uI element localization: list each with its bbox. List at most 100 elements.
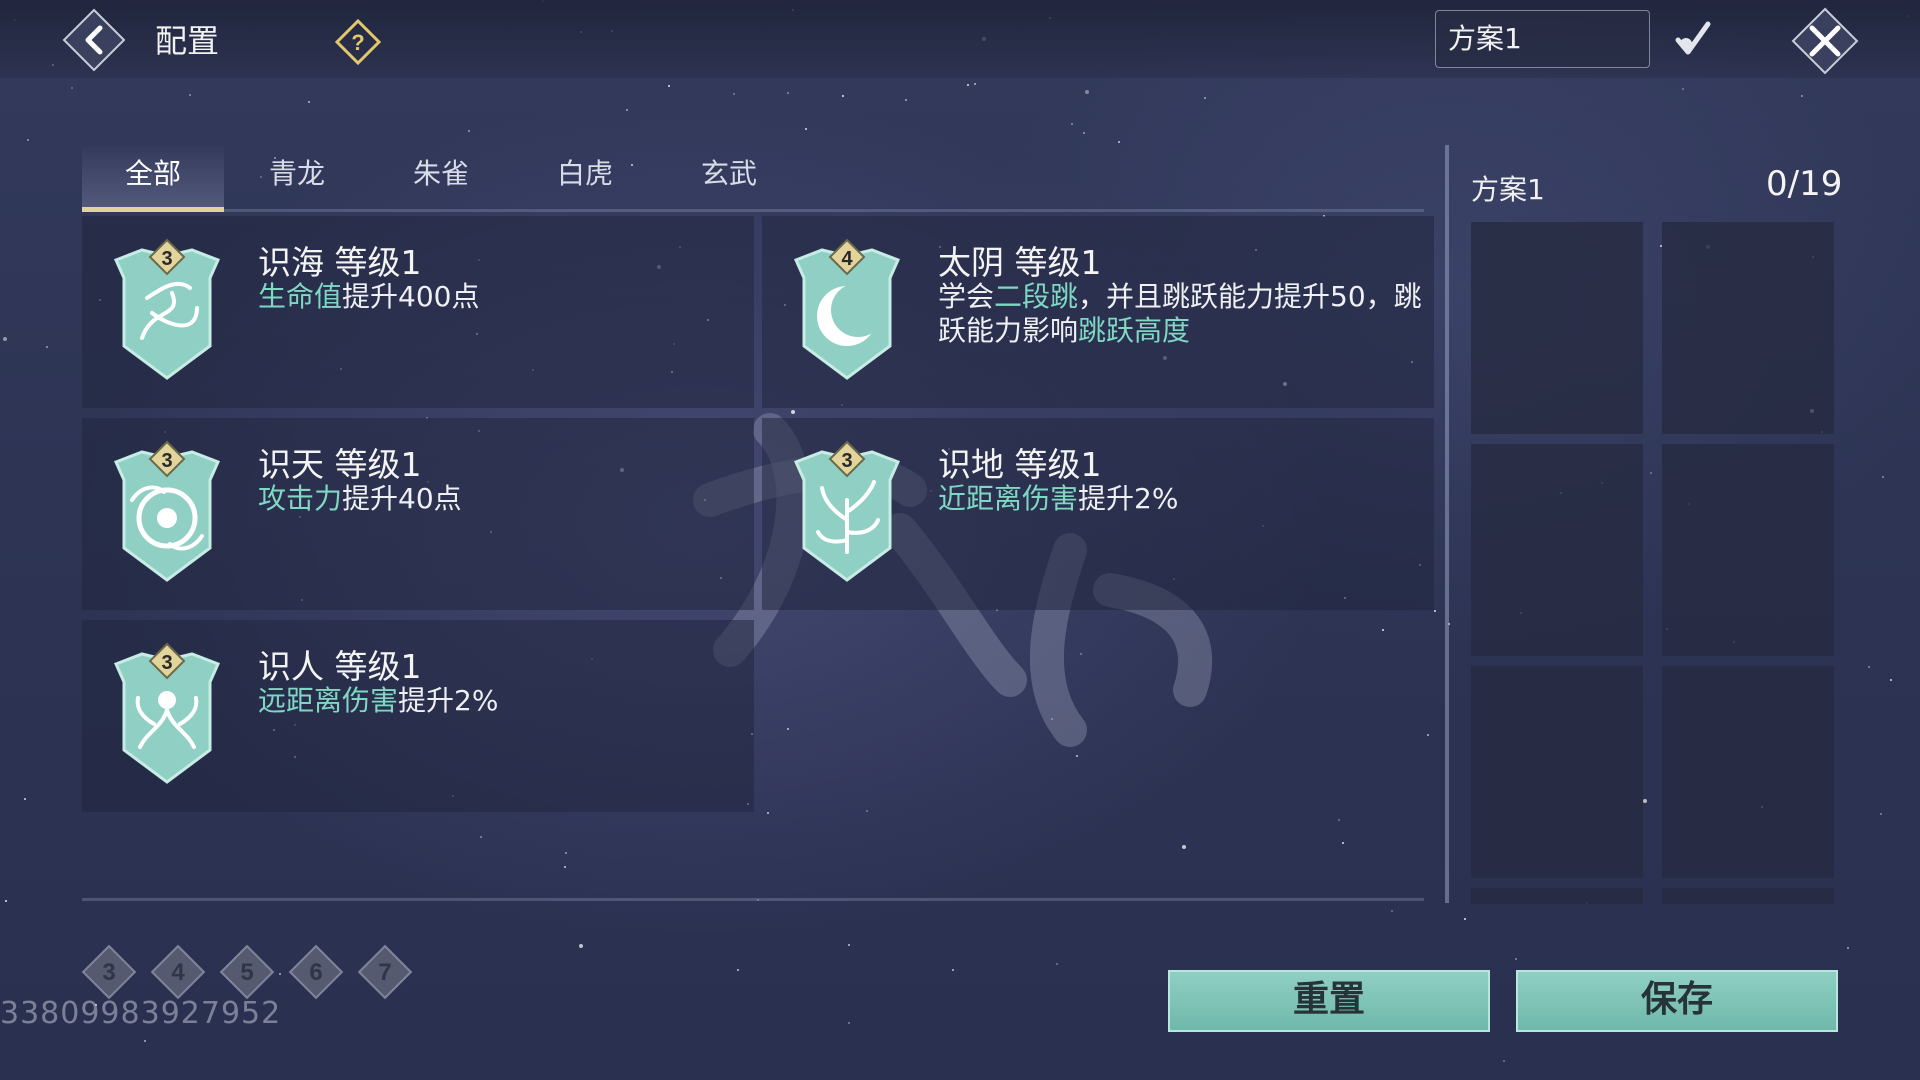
star [279, 973, 281, 975]
star [1880, 813, 1882, 815]
equip-slot[interactable] [1662, 666, 1834, 878]
panel-scheme-name: 方案1 [1471, 173, 1545, 206]
star [1342, 842, 1344, 844]
skill-level: 等级1 [1014, 243, 1102, 282]
star [1085, 90, 1089, 94]
crescent-moon-icon: 4 [793, 238, 901, 380]
level-filter-5[interactable]: 5 [218, 943, 276, 1001]
skill-name: 太阴 [938, 243, 1004, 282]
star [787, 728, 789, 730]
star [27, 139, 29, 141]
skill-name: 识人 [258, 647, 324, 686]
skill-description: 生命值提升400点 [258, 280, 748, 314]
star [480, 836, 482, 838]
star [1682, 88, 1684, 90]
star [1118, 141, 1120, 143]
star [1391, 910, 1393, 912]
skill-name: 识海 [258, 243, 324, 282]
skill-title: 识海 等级1 [258, 236, 422, 284]
skill-desc-highlight: 生命值 [258, 280, 343, 313]
star [308, 101, 310, 103]
level-filter-4[interactable]: 4 [149, 943, 207, 1001]
skill-description: 攻击力提升40点 [258, 482, 748, 516]
star [1076, 755, 1078, 757]
star [1650, 472, 1652, 474]
skill-cost-badge: 3 [161, 652, 172, 674]
star [1338, 819, 1340, 821]
skill-desc-text: 提升2% [398, 684, 499, 717]
star [1056, 963, 1058, 965]
star [791, 410, 795, 414]
equip-slot[interactable] [1471, 888, 1643, 904]
level-label: 5 [240, 959, 253, 986]
save-button[interactable]: 保存 [1516, 970, 1838, 1032]
tab-black-tortoise[interactable]: 玄武 [658, 146, 800, 212]
equip-slot[interactable] [1471, 444, 1643, 656]
svg-text:?: ? [351, 30, 364, 55]
skill-cost-badge: 4 [841, 248, 853, 270]
star [848, 1022, 850, 1024]
star [189, 94, 191, 96]
star [1204, 97, 1206, 99]
star [1382, 629, 1384, 631]
star [71, 87, 73, 89]
skill-card-shihai[interactable]: 3 识海 等级1 生命值提升400点 [82, 216, 754, 408]
equip-slot[interactable] [1662, 222, 1834, 434]
apply-checkmark-icon[interactable] [1668, 14, 1718, 64]
star [1643, 799, 1647, 803]
star [787, 92, 789, 94]
slot-count: 0/19 [1766, 164, 1843, 204]
category-tabs: 全部 青龙 朱雀 白虎 玄武 [82, 146, 1424, 212]
reset-button[interactable]: 重置 [1168, 970, 1490, 1032]
scheme-dropdown[interactable]: 方案1 [1435, 10, 1650, 68]
star [1182, 845, 1186, 849]
star [1890, 679, 1892, 681]
skill-card-shidi[interactable]: 3 识地 等级1 近距离伤害提升2% [762, 418, 1434, 610]
level-filter-3[interactable]: 3 [80, 943, 138, 1001]
skill-desc-highlight: 二段跳 [994, 280, 1079, 313]
skill-card-taiyin[interactable]: 4 太阴 等级1 学会二段跳，并且跳跃能力提升50，跳跃能力影响跳跃高度 [762, 216, 1434, 408]
tab-all[interactable]: 全部 [82, 146, 224, 212]
skill-desc-highlight: 跳跃高度 [1078, 314, 1191, 347]
star [1051, 718, 1053, 720]
star [579, 944, 583, 948]
star [1083, 132, 1085, 134]
skill-cost-badge: 3 [161, 248, 172, 270]
level-filter-7[interactable]: 7 [356, 943, 414, 1001]
equip-slot[interactable] [1662, 888, 1834, 904]
panel-divider [1445, 145, 1449, 903]
skill-title: 识天 等级1 [258, 438, 422, 486]
star [1071, 123, 1073, 125]
star [848, 944, 850, 946]
close-button[interactable] [1790, 6, 1860, 76]
skill-description: 远距离伤害提升2% [258, 684, 748, 718]
skill-title: 太阴 等级1 [938, 236, 1102, 284]
tab-azure-dragon[interactable]: 青龙 [226, 146, 368, 212]
equip-slot[interactable] [1471, 666, 1643, 878]
tab-vermilion-bird[interactable]: 朱雀 [370, 146, 512, 212]
back-button[interactable] [62, 8, 126, 72]
skill-level: 等级1 [334, 647, 422, 686]
star [46, 346, 48, 348]
star [24, 798, 26, 800]
level-label: 4 [171, 959, 185, 986]
star [1868, 666, 1870, 668]
skill-cost-badge: 3 [161, 450, 172, 472]
skill-card-shiren[interactable]: 3 识人 等级1 远距离伤害提升2% [82, 620, 754, 812]
star [468, 130, 470, 132]
tab-white-tiger[interactable]: 白虎 [514, 146, 656, 212]
star [1080, 653, 1082, 655]
level-filter-6[interactable]: 6 [287, 943, 345, 1001]
skill-desc-highlight: 近距离伤害 [938, 482, 1079, 515]
skill-desc-text: 提升400点 [342, 280, 480, 313]
skill-level: 等级1 [334, 445, 422, 484]
equip-slot[interactable] [1662, 444, 1834, 656]
star [564, 866, 566, 868]
skill-card-shitian[interactable]: 3 识天 等级1 攻击力提升40点 [82, 418, 754, 610]
star [1515, 958, 1517, 960]
player-uid: 33809983927952 [0, 996, 282, 1031]
help-question-icon[interactable]: ? [334, 18, 382, 66]
star [565, 852, 567, 854]
star [1503, 1060, 1505, 1062]
equip-slot[interactable] [1471, 222, 1643, 434]
